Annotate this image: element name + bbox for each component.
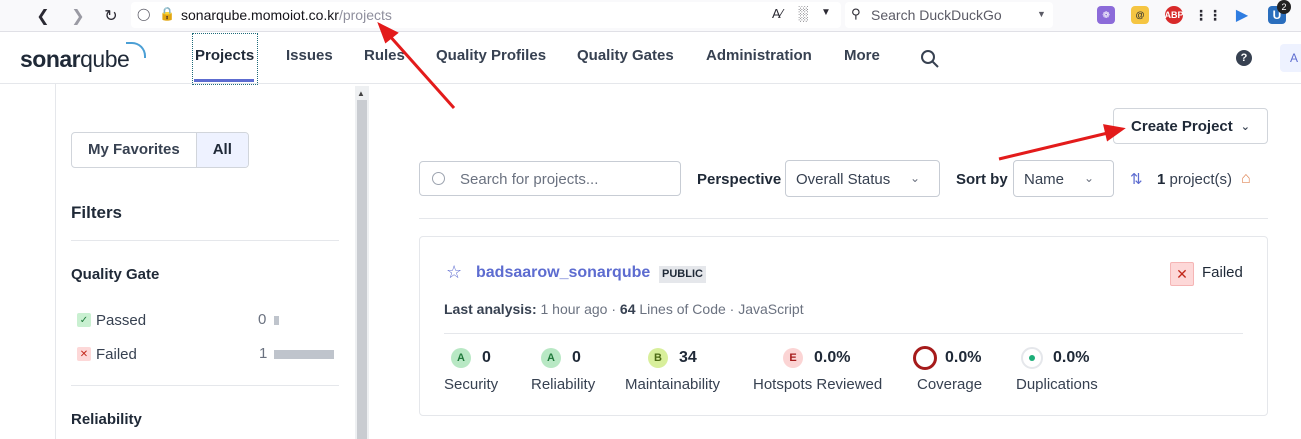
- extension-at-icon[interactable]: @: [1131, 6, 1149, 24]
- filters-title: Filters: [71, 203, 123, 222]
- create-project-button[interactable]: Create Project ⌄: [1113, 108, 1268, 144]
- create-project-label: Create Project: [1131, 117, 1233, 135]
- nav-quality-profiles[interactable]: Quality Profiles: [436, 47, 546, 64]
- chevron-down-icon: ⌄: [1084, 171, 1095, 185]
- duplications-ring-icon: [1021, 347, 1043, 369]
- chevron-down-icon[interactable]: ▼: [821, 7, 831, 18]
- check-icon: ✓: [77, 313, 91, 327]
- divider: [71, 240, 339, 241]
- extension-dots-icon[interactable]: ⋮⋮: [1194, 6, 1222, 24]
- app-header: sonarqube Projects Issues Rules Quality …: [0, 32, 1301, 85]
- hotspots-value[interactable]: 0.0%: [814, 349, 850, 367]
- sort-direction-icon[interactable]: ⇅: [1130, 170, 1143, 188]
- divider: [419, 218, 1268, 219]
- security-value[interactable]: 0: [482, 349, 491, 367]
- translate-icon[interactable]: A∕: [772, 6, 783, 21]
- duplications-label: Duplications: [1016, 376, 1098, 393]
- chevron-down-icon: ⌄: [910, 171, 921, 185]
- scroll-up-icon[interactable]: ▲: [357, 89, 365, 98]
- project-name-link[interactable]: badsaarow_sonarqube: [476, 264, 650, 282]
- address-bar[interactable]: ◯ 🔒 sonarqube.momoiot.co.kr/projects A∕ …: [131, 2, 841, 28]
- project-search-placeholder: Search for projects...: [460, 171, 599, 188]
- logo-arc-icon: [126, 42, 146, 58]
- project-search-input[interactable]: Search for projects...: [419, 161, 681, 196]
- visibility-badge: PUBLIC: [659, 266, 706, 283]
- browser-search-placeholder: Search DuckDuckGo: [871, 7, 1002, 23]
- nav-rules[interactable]: Rules: [364, 47, 405, 64]
- extension-gear-icon[interactable]: ❁: [1097, 6, 1115, 24]
- divider: [444, 333, 1243, 334]
- sonarqube-logo[interactable]: sonarqube: [20, 46, 130, 73]
- facet-passed-label: Passed: [96, 311, 147, 329]
- favorites-toggle: My Favorites All: [71, 132, 249, 168]
- sortby-label: Sort by: [956, 171, 1008, 188]
- maintainability-rating-badge[interactable]: B: [648, 348, 668, 368]
- sortby-value: Name: [1024, 171, 1065, 188]
- avatar[interactable]: A: [1280, 44, 1301, 72]
- facet-passed-bar: [274, 316, 279, 325]
- maintainability-value[interactable]: 34: [679, 349, 697, 367]
- nav-active-indicator: [194, 79, 254, 82]
- annotation-arrow-create: [998, 124, 1126, 161]
- nav-quality-gates[interactable]: Quality Gates: [577, 47, 674, 64]
- project-meta: Last analysis: 1 hour ago · 64 Lines of …: [444, 301, 804, 317]
- divider: [71, 385, 339, 386]
- nav-more[interactable]: More: [844, 47, 880, 64]
- failed-status-icon: ✕: [1170, 262, 1194, 286]
- quality-gate-status: Failed: [1202, 264, 1243, 281]
- perspective-select[interactable]: Overall Status ⌄: [785, 160, 940, 197]
- facet-passed-count: 0: [258, 311, 267, 328]
- chevron-down-icon[interactable]: ▼: [1037, 9, 1046, 19]
- security-label: Security: [444, 376, 499, 393]
- chevron-down-icon: ⌄: [1240, 120, 1250, 133]
- sortby-select[interactable]: Name ⌄: [1013, 160, 1114, 197]
- reliability-label: Reliability: [531, 376, 596, 393]
- coverage-ring-icon: [913, 346, 937, 370]
- back-icon[interactable]: ❮: [33, 6, 53, 26]
- facet-failed[interactable]: ✕ Failed: [77, 345, 137, 363]
- search-icon: [432, 172, 445, 185]
- url-text: sonarqube.momoiot.co.kr/projects: [181, 7, 392, 23]
- favorite-star-icon[interactable]: ☆: [446, 262, 462, 283]
- duplications-value[interactable]: 0.0%: [1053, 349, 1089, 367]
- help-icon[interactable]: ?: [1236, 50, 1252, 66]
- hotspots-rating-badge[interactable]: E: [783, 348, 803, 368]
- lock-icon: 🔒: [159, 6, 176, 21]
- browser-toolbar: ❮ ❯ ↻ ◯ 🔒 sonarqube.momoiot.co.kr/projec…: [0, 0, 1301, 32]
- maintainability-label: Maintainability: [625, 376, 721, 393]
- reliability-rating-badge[interactable]: A: [541, 348, 561, 368]
- facet-failed-label: Failed: [96, 345, 137, 363]
- coverage-value[interactable]: 0.0%: [945, 349, 981, 367]
- reload-icon[interactable]: ↻: [101, 6, 121, 26]
- project-count: 1 project(s): [1157, 171, 1233, 188]
- quality-gate-title: Quality Gate: [71, 266, 160, 283]
- sidebar-scrollbar-thumb[interactable]: [357, 100, 367, 439]
- facet-failed-count: 1: [259, 345, 268, 362]
- facet-passed[interactable]: ✓ Passed: [77, 311, 146, 329]
- close-icon: ✕: [77, 347, 91, 361]
- nav-administration[interactable]: Administration: [706, 47, 812, 64]
- coverage-label: Coverage: [917, 376, 983, 393]
- nav-issues[interactable]: Issues: [286, 47, 333, 64]
- perspective-label: Perspective: [697, 171, 782, 188]
- browser-search-box[interactable]: ⚲ Search DuckDuckGo ▼: [845, 2, 1053, 28]
- security-rating-badge[interactable]: A: [451, 348, 471, 368]
- extension-badge: 2: [1277, 0, 1291, 14]
- home-icon[interactable]: ⌂: [1241, 170, 1251, 188]
- bookmark-icon[interactable]: ░: [798, 5, 808, 21]
- extension-play-icon[interactable]: ▶: [1233, 6, 1251, 24]
- perspective-value: Overall Status: [796, 171, 891, 188]
- reliability-value[interactable]: 0: [572, 349, 581, 367]
- my-favorites-button[interactable]: My Favorites: [72, 133, 196, 167]
- forward-icon[interactable]: ❯: [68, 6, 88, 26]
- hotspots-label: Hotspots Reviewed: [753, 376, 883, 393]
- search-icon[interactable]: [920, 49, 940, 69]
- shield-icon: ◯: [137, 7, 151, 21]
- facet-failed-bar: [274, 350, 334, 359]
- all-button[interactable]: All: [195, 133, 248, 167]
- adblock-icon[interactable]: ABP: [1165, 6, 1184, 24]
- reliability-title: Reliability: [71, 411, 142, 428]
- nav-projects[interactable]: Projects: [195, 47, 254, 64]
- search-engine-icon: ⚲: [851, 6, 861, 21]
